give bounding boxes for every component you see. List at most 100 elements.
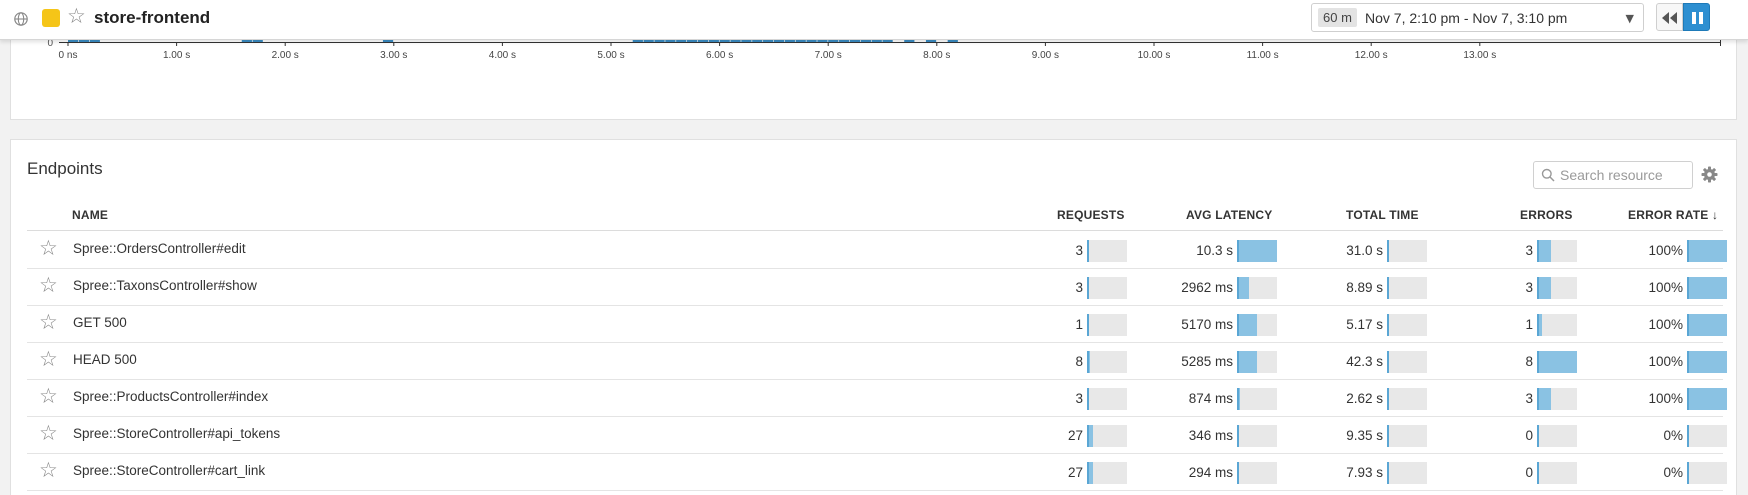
favorite-star-icon[interactable]: ☆ [67, 6, 86, 27]
error-rate-value: 0% [1663, 428, 1683, 443]
requests-bar-fill [1087, 462, 1093, 484]
endpoint-name: Spree::TaxonsController#show [73, 278, 257, 293]
endpoint-name: Spree::StoreController#api_tokens [73, 426, 281, 441]
avg-latency-value: 346 ms [1188, 428, 1233, 443]
favorite-star-icon[interactable]: ☆ [39, 238, 58, 259]
column-header-errors[interactable]: ERRORS [1520, 208, 1573, 222]
avg-latency-value: 5170 ms [1181, 317, 1233, 332]
endpoints-panel: Endpoints NAME REQUESTS AVG LATENCY TOTA… [10, 139, 1737, 495]
errors-bar-fill [1537, 277, 1551, 299]
x-tick-label: 12.00 s [1355, 50, 1388, 61]
requests-bar-fill [1087, 277, 1089, 299]
requests-value: 3 [1075, 280, 1083, 295]
total-time-bar [1387, 351, 1427, 373]
x-tick-label: 7.00 s [815, 50, 842, 61]
endpoint-name: Spree::OrdersController#edit [73, 241, 246, 256]
favorite-star-icon[interactable]: ☆ [39, 275, 58, 296]
requests-value: 1 [1075, 317, 1083, 332]
errors-bar-fill [1537, 388, 1551, 410]
requests-bar-fill [1087, 388, 1089, 410]
endpoint-row[interactable]: ☆ Spree::StoreController#cart_link 27 294 m… [27, 454, 1727, 491]
avg-latency-bar [1237, 240, 1277, 262]
avg-latency-bar-fill [1237, 351, 1257, 373]
dropdown-caret-icon: ▼ [1625, 12, 1634, 25]
requests-value: 3 [1075, 391, 1083, 406]
requests-bar [1087, 462, 1127, 484]
rewind-button[interactable] [1656, 3, 1683, 31]
x-tick-label: 3.00 s [380, 50, 407, 61]
x-tick-label: 11.00 s [1247, 50, 1279, 61]
favorite-star-icon[interactable]: ☆ [39, 386, 58, 407]
error-rate-bar-fill [1687, 351, 1727, 373]
requests-value: 27 [1067, 465, 1083, 480]
x-tick-label: 9.00 s [1032, 50, 1059, 61]
favorite-star-icon[interactable]: ☆ [39, 349, 58, 370]
pause-button[interactable] [1683, 3, 1710, 31]
avg-latency-value: 5285 ms [1181, 354, 1233, 369]
errors-bar [1537, 462, 1577, 484]
errors-value: 3 [1525, 243, 1533, 258]
errors-value: 1 [1525, 317, 1533, 332]
favorite-star-icon[interactable]: ☆ [39, 312, 58, 333]
requests-bar-fill [1087, 351, 1090, 373]
column-header-requests[interactable]: REQUESTS [1057, 208, 1125, 222]
errors-value: 8 [1525, 354, 1533, 369]
requests-value: 3 [1075, 243, 1083, 258]
total-time-bar-fill [1387, 351, 1389, 373]
service-color-swatch [42, 9, 60, 27]
latency-distribution-panel: 00 ns 1.00 s 2.00 s 3.00 s 4.00 s 5.00 s 6.00 … [10, 30, 1737, 120]
error-rate-bar-fill [1687, 240, 1727, 262]
avg-latency-bar-fill [1237, 240, 1277, 262]
column-header-avg-latency[interactable]: AVG LATENCY [1186, 208, 1272, 222]
gear-icon[interactable] [1701, 166, 1718, 183]
avg-latency-value: 874 ms [1188, 391, 1233, 406]
avg-latency-bar [1237, 388, 1277, 410]
total-time-value: 5.17 s [1346, 317, 1383, 332]
x-tick-label: 2.00 s [272, 50, 299, 61]
avg-latency-value: 10.3 s [1196, 243, 1233, 258]
error-rate-bar [1687, 277, 1727, 299]
requests-value: 27 [1067, 428, 1083, 443]
endpoint-name: Spree::ProductsController#index [73, 389, 269, 404]
favorite-star-icon[interactable]: ☆ [39, 423, 58, 444]
column-header-error-rate[interactable]: ERROR RATE ↓ [1628, 208, 1718, 222]
error-rate-value: 100% [1648, 354, 1683, 369]
endpoint-row[interactable]: ☆ GET 500 1 5170 ms 5.17 s 1 100% [27, 306, 1727, 343]
favorite-star-icon[interactable]: ☆ [39, 460, 58, 481]
search-resource-box[interactable] [1533, 161, 1693, 189]
requests-bar-fill [1087, 425, 1093, 447]
avg-latency-value: 2962 ms [1181, 280, 1233, 295]
errors-bar [1537, 240, 1577, 262]
requests-bar [1087, 277, 1127, 299]
total-time-bar [1387, 314, 1427, 336]
errors-value: 0 [1525, 465, 1533, 480]
top-bar: ☆ store-frontend 60 m Nov 7, 2:10 pm - N… [0, 0, 1748, 40]
column-header-name[interactable]: NAME [72, 208, 108, 222]
errors-bar-fill [1537, 240, 1551, 262]
endpoint-row[interactable]: ☆ Spree::OrdersController#edit 3 10.3 s 31.0… [27, 232, 1727, 269]
avg-latency-bar [1237, 314, 1277, 336]
total-time-bar [1387, 277, 1427, 299]
endpoint-row[interactable]: ☆ Spree::TaxonsController#show 3 2962 ms 8.8… [27, 269, 1727, 306]
column-header-total-time[interactable]: TOTAL TIME [1346, 208, 1419, 222]
endpoint-name: Spree::StoreController#cart_link [73, 463, 266, 478]
time-range-picker[interactable]: 60 m Nov 7, 2:10 pm - Nov 7, 3:10 pm ▼ [1311, 3, 1644, 32]
requests-bar [1087, 314, 1127, 336]
time-duration-badge: 60 m [1318, 8, 1357, 27]
endpoint-row[interactable]: ☆ Spree::StoreController#api_tokens 27 346 … [27, 417, 1727, 454]
requests-value: 8 [1075, 354, 1083, 369]
search-resource-input[interactable] [1560, 165, 1688, 185]
error-rate-value: 100% [1648, 243, 1683, 258]
header-divider [27, 230, 1723, 231]
errors-bar [1537, 425, 1577, 447]
error-rate-value: 100% [1648, 280, 1683, 295]
total-time-value: 9.35 s [1346, 428, 1383, 443]
requests-bar [1087, 351, 1127, 373]
latency-distribution-chart: 00 ns 1.00 s 2.00 s 3.00 s 4.00 s 5.00 s 6.00 … [47, 30, 1721, 61]
endpoint-row[interactable]: ☆ Spree::ProductsController#index 3 874 ms 2… [27, 380, 1727, 417]
errors-bar [1537, 314, 1577, 336]
endpoint-row[interactable]: ☆ HEAD 500 8 5285 ms 42.3 s 8 100% [27, 343, 1727, 380]
rewind-icon [1662, 12, 1677, 24]
x-tick-label: 13.00 s [1463, 50, 1496, 61]
x-tick-label: 10.00 s [1138, 50, 1171, 61]
